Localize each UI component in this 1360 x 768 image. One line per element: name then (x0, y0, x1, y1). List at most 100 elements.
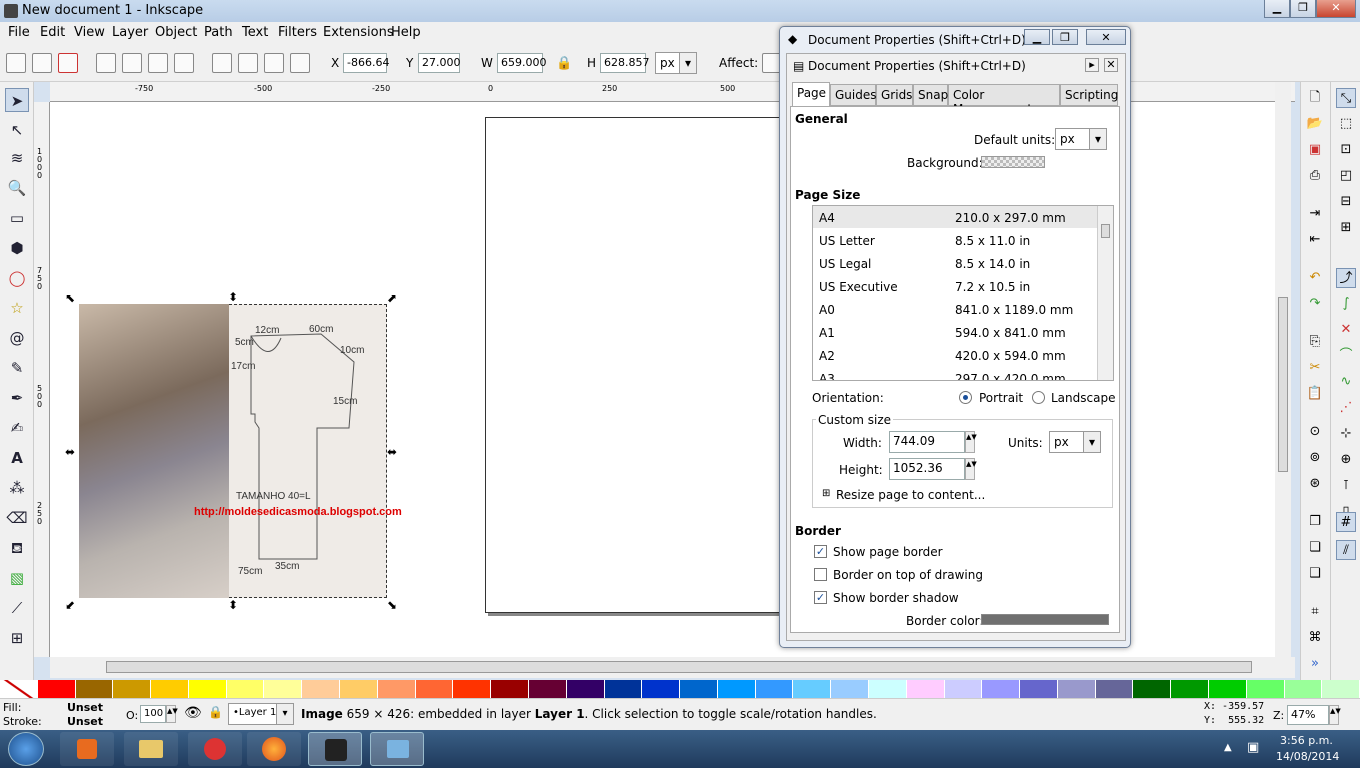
raise-to-top-icon[interactable] (290, 53, 310, 73)
border-color-swatch[interactable] (981, 614, 1109, 625)
resize-page-expander[interactable]: Resize page to content... (836, 488, 985, 502)
menu-path[interactable]: Path (204, 25, 233, 40)
color-swatch[interactable] (604, 680, 643, 698)
3d-box-tool-icon[interactable]: ⬢ (5, 236, 29, 260)
zoom-page-icon[interactable]: ⊛ (1305, 474, 1325, 494)
lock-layer-icon[interactable]: 🔒 (208, 705, 223, 719)
menu-object[interactable]: Object (155, 25, 197, 40)
snap-bbox-corner-icon[interactable]: ◰ (1336, 166, 1356, 186)
zoom-tool-icon[interactable]: 🔍 (5, 176, 29, 200)
dialog-panel-close-button[interactable]: ✕ (1104, 58, 1118, 72)
fill-value[interactable]: Unset (67, 701, 103, 714)
rectangle-tool-icon[interactable]: ▭ (5, 206, 29, 230)
default-units-select[interactable]: px (1055, 128, 1107, 150)
star-tool-icon[interactable]: ☆ (5, 296, 29, 320)
list-item[interactable]: A3 (819, 372, 835, 380)
duplicate-icon[interactable]: ❐ (1305, 512, 1325, 532)
snap-midpoints-icon[interactable]: ⋰ (1336, 398, 1356, 418)
menu-text[interactable]: Text (242, 25, 268, 40)
dialog-close-button[interactable]: ✕ (1086, 29, 1126, 45)
snap-bbox-center-icon[interactable]: ⊞ (1336, 218, 1356, 238)
color-swatch[interactable] (37, 680, 76, 698)
stroke-value[interactable]: Unset (67, 715, 103, 728)
color-swatch[interactable] (75, 680, 114, 698)
hide-layer-icon[interactable]: 👁 (184, 705, 202, 721)
tab-guides[interactable]: Guides (830, 84, 877, 106)
gradient-tool-icon[interactable]: ▧ (5, 566, 29, 590)
expander-icon[interactable]: ⊞ (822, 488, 830, 499)
menu-help[interactable]: Help (391, 25, 421, 40)
dropper-tool-icon[interactable]: ⟋ (5, 596, 29, 620)
save-icon[interactable]: ▣ (1305, 140, 1325, 160)
snap-nodes-icon[interactable]: ⤴ (1336, 268, 1356, 288)
portrait-radio[interactable] (959, 391, 972, 404)
height-input[interactable]: 1052.36 (889, 458, 965, 480)
clock-time[interactable]: 3:56 p.m. (1280, 734, 1333, 747)
connector-tool-icon[interactable]: ⊞ (5, 626, 29, 650)
list-scroll-thumb[interactable] (1101, 224, 1110, 238)
snap-bbox-icon[interactable]: ⬚ (1336, 114, 1356, 134)
snap-smooth-icon[interactable]: ∿ (1336, 372, 1356, 392)
tab-scripting[interactable]: Scripting (1060, 84, 1118, 106)
tweak-tool-icon[interactable]: ≋ (5, 146, 29, 170)
list-item[interactable]: A2 (819, 349, 835, 363)
tab-snap[interactable]: Snap (913, 84, 948, 106)
list-item[interactable]: A1 (819, 326, 835, 340)
select-all-layers-icon[interactable] (32, 53, 52, 73)
show-border-shadow-checkbox[interactable]: ✓ (814, 591, 827, 604)
ellipse-tool-icon[interactable]: ◯ (5, 266, 29, 290)
pencil-tool-icon[interactable]: ✎ (5, 356, 29, 380)
snap-grids-icon[interactable]: # (1336, 512, 1356, 532)
scale-handle-ne[interactable]: ⬈ (387, 291, 397, 305)
export-icon[interactable]: ⇤ (1305, 230, 1325, 250)
scale-handle-s[interactable]: ⬍ (228, 598, 238, 612)
lower-to-bottom-icon[interactable] (212, 53, 232, 73)
color-swatch[interactable] (906, 680, 945, 698)
more-commands-icon[interactable]: » (1305, 654, 1325, 674)
zoom-drawing-icon[interactable]: ⊚ (1305, 448, 1325, 468)
undo-icon[interactable]: ↶ (1305, 268, 1325, 288)
color-swatch[interactable] (113, 680, 152, 698)
flip-horizontal-icon[interactable] (148, 53, 168, 73)
snap-cusp-icon[interactable]: ⌒ (1336, 346, 1356, 366)
color-swatch[interactable] (264, 680, 303, 698)
flip-vertical-icon[interactable] (174, 53, 194, 73)
menu-filters[interactable]: Filters (278, 25, 317, 40)
explorer-taskbar-icon[interactable] (124, 732, 178, 766)
color-swatch[interactable] (1095, 680, 1134, 698)
ccleaner-taskbar-icon[interactable] (188, 732, 242, 766)
color-swatch[interactable] (642, 680, 681, 698)
list-item[interactable]: A4 (819, 211, 835, 225)
color-swatch[interactable] (1284, 680, 1323, 698)
close-button[interactable]: ✕ (1316, 0, 1356, 18)
color-swatch[interactable] (566, 680, 605, 698)
vertical-scrollbar[interactable] (1275, 82, 1291, 657)
bucket-tool-icon[interactable]: ⛾ (5, 536, 29, 560)
color-swatch[interactable] (1209, 680, 1247, 698)
opacity-input[interactable]: 100 (140, 705, 166, 723)
cut-icon[interactable]: ✂ (1305, 358, 1325, 378)
color-swatch[interactable] (415, 680, 454, 698)
border-on-top-checkbox[interactable] (814, 568, 827, 581)
snap-guides-icon[interactable]: ⫽ (1336, 540, 1356, 560)
redo-icon[interactable]: ↷ (1305, 294, 1325, 314)
clone-icon[interactable]: ❏ (1305, 538, 1325, 558)
y-input[interactable]: 27.000 (418, 53, 461, 73)
color-swatch[interactable] (1133, 680, 1172, 698)
node-tool-icon[interactable]: ↖ (5, 118, 29, 142)
copy-icon[interactable]: ⎘ (1305, 332, 1325, 352)
tab-page[interactable]: Page (792, 82, 830, 107)
import-icon[interactable]: ⇥ (1305, 204, 1325, 224)
inkscape-taskbar-icon[interactable] (308, 732, 362, 766)
group-icon[interactable]: ⌗ (1305, 602, 1325, 622)
width-spinner[interactable]: ▲▼ (965, 431, 977, 453)
selector-tool-icon[interactable]: ➤ (5, 88, 29, 112)
scale-handle-e[interactable]: ⬌ (387, 445, 397, 459)
unlink-clone-icon[interactable]: ❑ (1305, 564, 1325, 584)
scale-handle-se[interactable]: ⬊ (387, 598, 397, 612)
clock-date[interactable]: 14/08/2014 (1276, 750, 1339, 763)
scale-handle-n[interactable]: ⬍ (228, 290, 238, 304)
w-input[interactable]: 659.000 (497, 53, 547, 73)
scale-handle-nw[interactable]: ⬉ (65, 291, 75, 305)
maximize-button[interactable]: ❐ (1290, 0, 1316, 18)
